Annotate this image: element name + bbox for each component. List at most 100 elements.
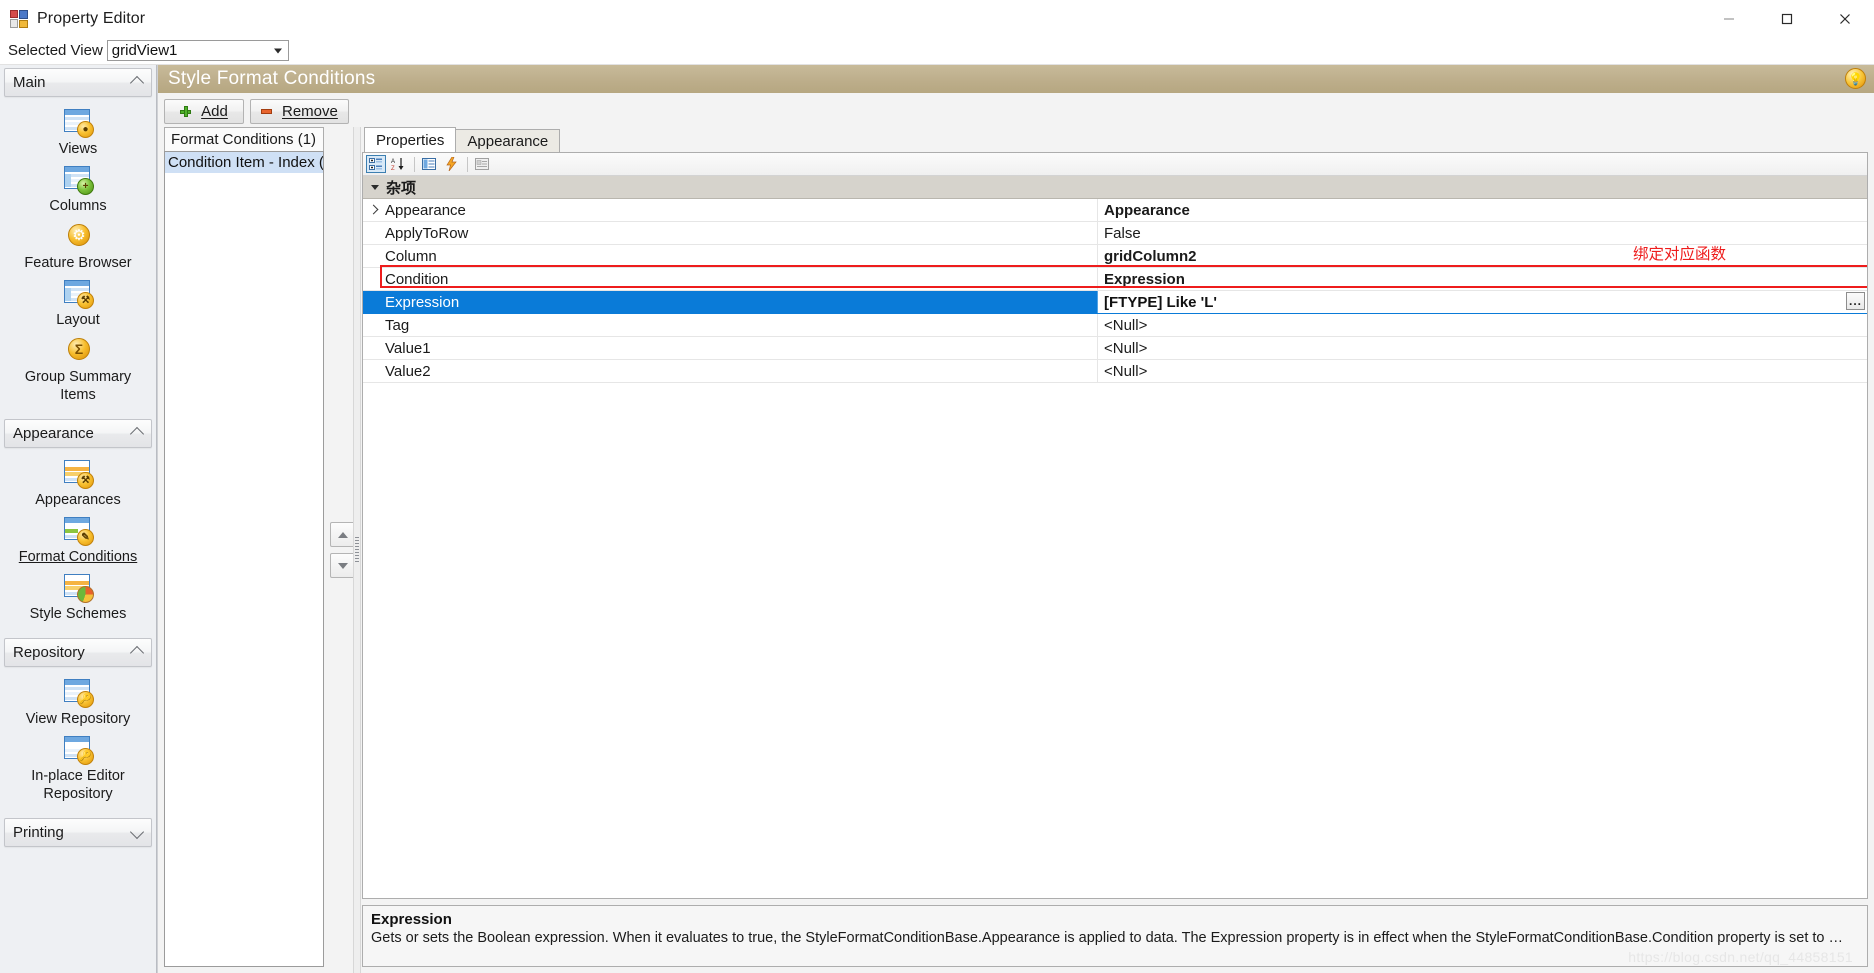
grid-row-value[interactable]: Appearance (1098, 199, 1867, 221)
chevron-down-icon (371, 184, 379, 190)
grid-row-name: Column (363, 245, 1098, 267)
table-row[interactable]: Tag <Null> (363, 314, 1867, 337)
sidebar-group-printing[interactable]: Printing (4, 818, 152, 847)
grid-columns-icon: + (61, 165, 95, 195)
maximize-icon[interactable] (1758, 0, 1816, 37)
grid-views-icon: ● (61, 108, 95, 138)
plus-icon (180, 105, 192, 117)
window-controls (1700, 0, 1874, 37)
sidebar-group-main-items: ● Views + Columns ⚙ Feature Browser ⚒ La… (0, 99, 156, 416)
categorized-button[interactable] (366, 155, 386, 173)
grid-row-name-label: Appearance (385, 201, 466, 219)
sidebar-item-columns[interactable]: + Columns (0, 162, 156, 219)
sidebar-group-main-label: Main (13, 74, 46, 91)
grid-row-name: Condition (363, 268, 1098, 290)
table-row[interactable]: Value2 <Null> (363, 360, 1867, 383)
table-row[interactable]: Value1 <Null> (363, 337, 1867, 360)
grid-row-value[interactable]: Expression (1098, 268, 1867, 290)
expression-editor-button[interactable]: ... (1846, 292, 1865, 310)
selected-view-bar: Selected View gridView1 (0, 37, 1874, 65)
properties-button[interactable] (419, 155, 439, 173)
sidebar-item-label: Format Conditions (18, 549, 138, 565)
grid-row-name: Appearance (363, 199, 1098, 221)
close-icon[interactable] (1816, 0, 1874, 37)
remove-button-label: Remove (282, 102, 338, 120)
svg-text:A: A (391, 159, 395, 165)
grid-row-value[interactable]: gridColumn2 (1098, 245, 1867, 267)
grid-layout-icon: ⚒ (61, 279, 95, 309)
sidebar-group-main[interactable]: Main (4, 68, 152, 97)
grid-row-name: Value1 (363, 337, 1098, 359)
chevron-up-icon (129, 426, 145, 441)
window-body: Main ● Views + Columns ⚙ Feature Browser… (0, 65, 1874, 973)
grid-row-value[interactable]: <Null> (1098, 314, 1867, 336)
sidebar-group-repository[interactable]: Repository (4, 638, 152, 667)
main-header: Style Format Conditions 💡 (158, 65, 1874, 93)
arrow-up-icon (338, 531, 348, 538)
sidebar-item-appearances[interactable]: ⚒ Appearances (0, 456, 156, 513)
grid-row-value[interactable]: <Null> (1098, 360, 1867, 382)
sidebar-item-label: Views (58, 141, 98, 157)
sidebar-item-feature-browser[interactable]: ⚙ Feature Browser (0, 219, 156, 276)
grid-row-value[interactable]: False (1098, 222, 1867, 244)
description-title: Expression (371, 911, 452, 928)
property-editor-icon (10, 9, 28, 28)
sidebar-item-views[interactable]: ● Views (0, 105, 156, 162)
chevron-up-icon (129, 75, 145, 90)
grid-row-name: Value2 (363, 360, 1098, 382)
grid-category-row[interactable]: 杂项 (363, 176, 1867, 199)
format-conditions-list[interactable]: Condition Item - Index ( (164, 151, 324, 967)
format-conditions-panel: Format Conditions (1) Condition Item - I… (164, 127, 324, 967)
window-title: Property Editor (37, 9, 146, 27)
grip-dots-icon (355, 537, 359, 563)
minus-icon (261, 108, 272, 114)
list-item[interactable]: Condition Item - Index ( (165, 152, 323, 173)
selected-view-combobox[interactable]: gridView1 (106, 40, 289, 61)
add-button[interactable]: Add (164, 98, 244, 124)
grid-row-name-label: Tag (385, 316, 410, 334)
sidebar-item-label: View Repository (25, 711, 131, 727)
grid-row-value[interactable]: [FTYPE] Like 'L' ... (1098, 291, 1867, 313)
sidebar-item-label: Style Schemes (29, 606, 127, 622)
sidebar-group-appearance[interactable]: Appearance (4, 419, 152, 448)
main-panel: Style Format Conditions 💡 Add Remove For… (157, 65, 1874, 973)
sidebar-group-appearance-label: Appearance (13, 425, 94, 442)
grid-row-name: Expression (363, 291, 1098, 313)
arrow-down-icon (338, 562, 348, 569)
expander-icon[interactable] (368, 204, 379, 215)
selected-view-label: Selected View (8, 42, 103, 59)
grid-row-name-label: Column (385, 247, 437, 265)
table-row[interactable]: Appearance Appearance (363, 199, 1867, 222)
sidebar-group-appearance-items: ⚒ Appearances ✎ Format Conditions Style … (0, 450, 156, 635)
navigation-sidebar: Main ● Views + Columns ⚙ Feature Browser… (0, 65, 157, 973)
sidebar-item-group-summary-items[interactable]: Σ Group Summary Items (0, 333, 156, 408)
chevron-down-icon (273, 48, 282, 53)
sidebar-item-format-conditions[interactable]: ✎ Format Conditions (0, 513, 156, 570)
splitter-handle[interactable] (353, 127, 361, 973)
watermark: https://blog.csdn.net/qq_44858151 (1628, 949, 1853, 965)
sidebar-item-inplace-editor-repository[interactable]: 🔑 In-place Editor Repository (0, 732, 156, 807)
property-pages-button[interactable] (472, 155, 492, 173)
grid-row-value[interactable]: <Null> (1098, 337, 1867, 359)
sidebar-item-view-repository[interactable]: 🔑 View Repository (0, 675, 156, 732)
sidebar-item-style-schemes[interactable]: Style Schemes (0, 570, 156, 627)
sidebar-item-layout[interactable]: ⚒ Layout (0, 276, 156, 333)
table-row[interactable]: Expression [FTYPE] Like 'L' ... (363, 291, 1867, 314)
chevron-up-icon (129, 645, 145, 660)
tab-appearance-label: Appearance (467, 133, 549, 150)
alphabetical-button[interactable]: A Z (388, 155, 408, 173)
sidebar-item-label: In-place Editor Repository (31, 768, 125, 802)
table-row[interactable]: Condition Expression (363, 268, 1867, 291)
description-panel: Expression Gets or sets the Boolean expr… (362, 905, 1868, 967)
events-button[interactable] (441, 155, 461, 173)
expression-value: [FTYPE] Like 'L' (1104, 293, 1217, 311)
bulb-icon[interactable]: 💡 (1845, 68, 1866, 89)
description-text: Gets or sets the Boolean expression. Whe… (371, 930, 1844, 946)
tab-appearance[interactable]: Appearance (455, 129, 561, 152)
tab-properties[interactable]: Properties (364, 127, 457, 152)
reorder-controls (324, 127, 362, 973)
content-area: Format Conditions (1) Condition Item - I… (158, 127, 1874, 973)
toolbar-separator (467, 156, 468, 172)
remove-button[interactable]: Remove (250, 98, 349, 124)
minimize-icon[interactable] (1700, 0, 1758, 37)
